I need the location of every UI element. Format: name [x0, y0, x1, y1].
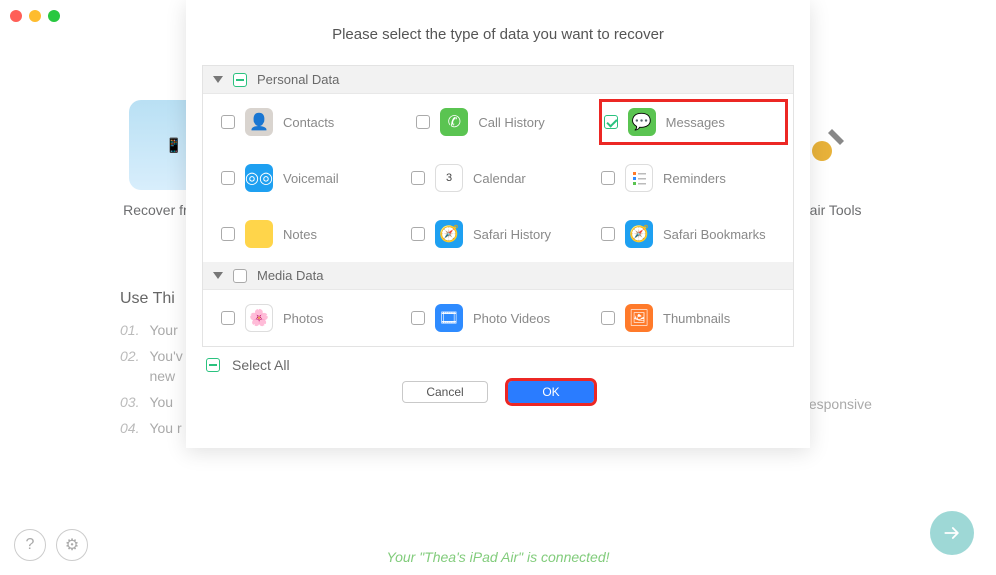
connection-status: Your "Thea's iPad Air" is connected! [387, 549, 610, 565]
data-type-call-history[interactable]: ✆ Call History [408, 104, 603, 140]
cell-label: Call History [478, 115, 544, 130]
checkbox[interactable] [221, 311, 235, 325]
checkbox[interactable] [604, 115, 618, 129]
table-row: ◎◎ Voicemail 3 Calendar Reminders [203, 150, 793, 206]
ipad-icon: 📱 [165, 137, 182, 154]
dialog-title: Please select the type of data you want … [202, 26, 794, 43]
cell-label: Safari History [473, 227, 551, 242]
select-all-label[interactable]: Select All [232, 357, 290, 373]
wrench-gear-icon [804, 121, 852, 169]
data-type-reminders[interactable]: Reminders [593, 160, 783, 196]
checkbox[interactable] [221, 115, 235, 129]
checkbox[interactable] [416, 115, 430, 129]
group-header-media[interactable]: Media Data [203, 262, 793, 290]
checkbox[interactable] [411, 227, 425, 241]
cell-label: Reminders [663, 171, 726, 186]
group-label: Media Data [257, 268, 323, 283]
chevron-down-icon [213, 76, 223, 83]
data-type-calendar[interactable]: 3 Calendar [403, 160, 593, 196]
group-label: Personal Data [257, 72, 339, 87]
checkbox[interactable] [411, 311, 425, 325]
cell-label: Messages [666, 115, 725, 130]
proceed-button[interactable] [930, 511, 974, 555]
checkbox[interactable] [411, 171, 425, 185]
data-select-dialog: Please select the type of data you want … [186, 0, 810, 448]
cancel-button[interactable]: Cancel [402, 381, 488, 403]
thumbnail-icon: 🖼 [625, 304, 653, 332]
data-type-safari-bookmarks[interactable]: 🧭 Safari Bookmarks [593, 216, 783, 252]
table-row: 👤 Contacts ✆ Call History 💬 Messages [203, 94, 793, 150]
arrow-right-icon [942, 523, 962, 543]
cell-label: Calendar [473, 171, 526, 186]
table-row: 🌸 Photos 🎞 Photo Videos 🖼 Thumbnails [203, 290, 793, 346]
table-row: Notes 🧭 Safari History 🧭 Safari Bookmark… [203, 206, 793, 262]
calendar-icon: 3 [435, 164, 463, 192]
chevron-down-icon [213, 272, 223, 279]
cell-label: Thumbnails [663, 311, 730, 326]
data-type-safari-history[interactable]: 🧭 Safari History [403, 216, 593, 252]
data-type-voicemail[interactable]: ◎◎ Voicemail [213, 160, 403, 196]
checkbox[interactable] [221, 171, 235, 185]
checkbox[interactable] [221, 227, 235, 241]
group-header-personal[interactable]: Personal Data [203, 66, 793, 94]
group-checkbox-personal[interactable] [233, 73, 247, 87]
safari-icon: 🧭 [625, 220, 653, 248]
cell-label: Voicemail [283, 171, 339, 186]
message-icon: 💬 [628, 108, 656, 136]
data-type-photos[interactable]: 🌸 Photos [213, 300, 403, 336]
data-type-contacts[interactable]: 👤 Contacts [213, 104, 408, 140]
cell-label: Photos [283, 311, 323, 326]
checkbox[interactable] [601, 311, 615, 325]
photo-video-icon: 🎞 [435, 304, 463, 332]
phone-icon: ✆ [440, 108, 468, 136]
checkbox[interactable] [601, 171, 615, 185]
contacts-icon: 👤 [245, 108, 273, 136]
select-all-checkbox[interactable] [206, 358, 220, 372]
ok-button[interactable]: OK [508, 381, 594, 403]
voicemail-icon: ◎◎ [245, 164, 273, 192]
group-checkbox-media[interactable] [233, 269, 247, 283]
safari-icon: 🧭 [435, 220, 463, 248]
cell-label: Photo Videos [473, 311, 550, 326]
data-type-photo-videos[interactable]: 🎞 Photo Videos [403, 300, 593, 336]
data-type-thumbnails[interactable]: 🖼 Thumbnails [593, 300, 783, 336]
cell-label: Contacts [283, 115, 334, 130]
photos-icon: 🌸 [245, 304, 273, 332]
cell-label: Notes [283, 227, 317, 242]
cell-label: Safari Bookmarks [663, 227, 766, 242]
reminders-icon [625, 164, 653, 192]
footer-status: Your "Thea's iPad Air" is connected! [0, 549, 996, 565]
checkbox[interactable] [601, 227, 615, 241]
data-type-notes[interactable]: Notes [213, 216, 403, 252]
data-type-messages[interactable]: 💬 Messages [599, 99, 788, 145]
notes-icon [245, 220, 273, 248]
